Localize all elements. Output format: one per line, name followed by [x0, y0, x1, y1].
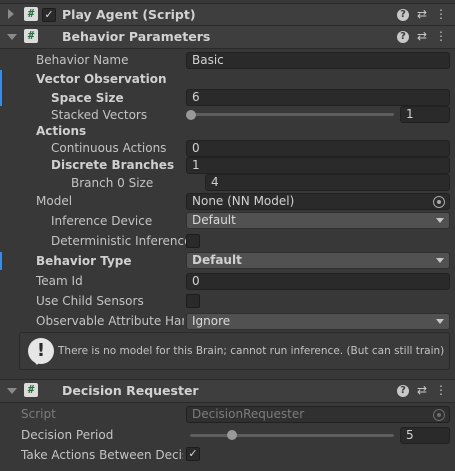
help-message: There is no model for this Brain; cannot… [58, 345, 445, 357]
team-id-field[interactable]: 0 [186, 273, 450, 290]
dropdown-arrow-icon [436, 218, 444, 223]
override-marker [0, 70, 2, 106]
inference-device-dropdown[interactable]: Default [186, 212, 450, 229]
discrete-branches-label: Discrete Branches [51, 158, 175, 172]
behavior-name-field[interactable]: Basic [186, 52, 450, 69]
foldout-collapsed-icon[interactable] [8, 9, 14, 19]
preset-sliders-icon[interactable]: ⇄ [415, 29, 429, 43]
warning-icon-tail [32, 359, 42, 365]
preset-sliders-icon[interactable]: ⇄ [415, 7, 429, 21]
actions-label: Actions [36, 124, 87, 138]
behavior-parameters-header[interactable]: # Behavior Parameters ? ⇄ ⋮ [0, 25, 455, 49]
use-child-sensors-label: Use Child Sensors [36, 294, 144, 308]
help-icon[interactable]: ? [397, 9, 409, 21]
play-agent-enabled-checkbox[interactable]: ✓ [42, 8, 56, 22]
help-icon[interactable]: ? [397, 385, 409, 397]
foldout-expanded-icon[interactable] [7, 34, 17, 40]
kebab-menu-icon[interactable]: ⋮ [434, 29, 448, 43]
decision-period-slider-track[interactable] [190, 434, 394, 437]
observable-attribute-value: Ignore [192, 314, 231, 328]
model-label: Model [36, 194, 73, 208]
observable-attribute-label: Observable Attribute Hand [36, 314, 184, 328]
override-marker [0, 252, 2, 270]
decision-period-label: Decision Period [21, 428, 114, 442]
take-actions-checkbox[interactable]: ✓ [186, 447, 200, 461]
decision-period-slider-thumb[interactable] [226, 430, 237, 440]
stacked-vectors-slider-thumb[interactable] [186, 110, 196, 120]
space-size-label: Space Size [51, 91, 124, 105]
preset-sliders-icon[interactable]: ⇄ [415, 383, 429, 397]
continuous-actions-label: Continuous Actions [51, 141, 167, 155]
play-agent-title: Play Agent (Script) [62, 7, 196, 22]
script-label: Script [21, 407, 56, 421]
model-object-field[interactable]: None (NN Model) [186, 193, 450, 210]
continuous-actions-field[interactable]: 0 [186, 140, 450, 157]
dropdown-arrow-icon [436, 319, 444, 324]
object-picker-icon [433, 409, 445, 421]
take-actions-label: Take Actions Between Decis [21, 448, 183, 462]
team-id-label: Team Id [36, 274, 83, 288]
deterministic-inference-label: Deterministic Inference [51, 234, 192, 248]
script-value: DecisionRequester [192, 407, 305, 421]
behavior-name-label: Behavior Name [36, 53, 129, 67]
script-object-field: DecisionRequester [186, 406, 450, 423]
stacked-vectors-field[interactable]: 1 [400, 106, 450, 123]
kebab-menu-icon[interactable]: ⋮ [434, 383, 448, 397]
deterministic-inference-checkbox[interactable] [186, 234, 200, 248]
space-size-field[interactable]: 6 [186, 89, 450, 106]
model-value: None (NN Model) [192, 194, 295, 208]
stacked-vectors-label: Stacked Vectors [51, 108, 148, 122]
foldout-expanded-icon[interactable] [7, 388, 17, 394]
inference-device-label: Inference Device [51, 214, 153, 228]
stacked-vectors-slider-track[interactable] [190, 113, 394, 116]
branch-0-size-field[interactable]: 4 [205, 174, 450, 191]
behavior-type-value: Default [192, 253, 242, 267]
csharp-script-icon: # [24, 7, 38, 21]
discrete-branches-field[interactable]: 1 [186, 157, 450, 174]
help-box: ! There is no model for this Brain; cann… [19, 332, 450, 370]
inference-device-value: Default [192, 213, 236, 227]
use-child-sensors-checkbox[interactable] [186, 294, 200, 308]
object-picker-icon[interactable] [433, 196, 445, 208]
vector-observation-label: Vector Observation [36, 72, 167, 86]
dropdown-arrow-icon [436, 258, 444, 263]
decision-requester-title: Decision Requester [62, 383, 199, 398]
decision-period-field[interactable]: 5 [400, 427, 450, 444]
behavior-type-dropdown[interactable]: Default [186, 252, 450, 269]
help-icon[interactable]: ? [397, 31, 409, 43]
behavior-parameters-title: Behavior Parameters [62, 29, 211, 44]
csharp-script-icon: # [24, 383, 38, 397]
decision-requester-header[interactable]: # Decision Requester ? ⇄ ⋮ [0, 379, 455, 403]
kebab-menu-icon[interactable]: ⋮ [434, 7, 448, 21]
play-agent-header[interactable]: # ✓ Play Agent (Script) ? ⇄ ⋮ [0, 3, 455, 27]
behavior-type-label: Behavior Type [36, 254, 132, 268]
csharp-script-icon: # [24, 29, 38, 43]
branch-0-size-label: Branch 0 Size [71, 176, 154, 190]
observable-attribute-dropdown[interactable]: Ignore [186, 313, 450, 330]
